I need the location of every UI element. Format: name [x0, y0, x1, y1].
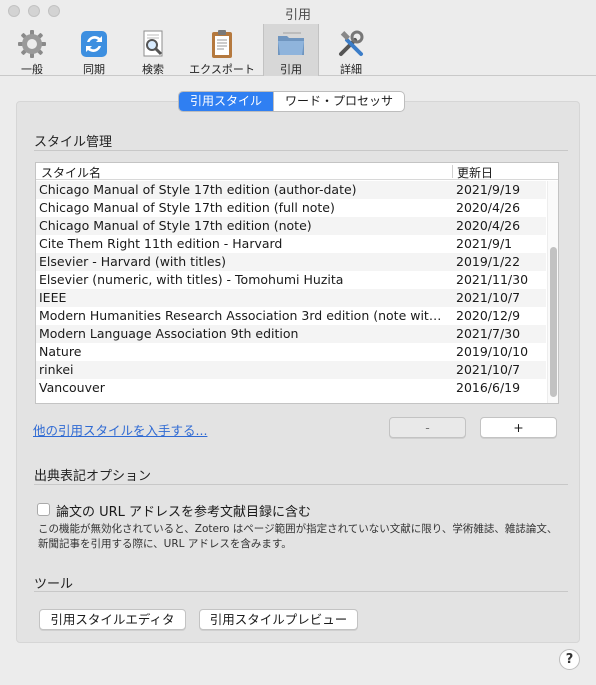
style-date: 2021/7/30 [456, 326, 521, 341]
citation-options-heading: 出典表記オプション [34, 469, 152, 484]
table-row[interactable]: Elsevier - Harvard (with titles) 2019/1/2… [36, 253, 546, 271]
include-url-description: この機能が無効化されていると、Zotero はページ範囲が指定されていない文献に… [38, 523, 558, 550]
style-date: 2021/10/7 [456, 290, 521, 305]
title-bar: 引用 [0, 0, 596, 24]
style-name: Modern Language Association 9th edition [39, 326, 299, 341]
style-manager-heading: スタイル管理 [34, 135, 113, 150]
toolbar-item-advanced[interactable]: 詳細 [329, 24, 373, 76]
style-name: Cite Them Right 11th edition - Harvard [39, 236, 283, 251]
toolbar-item-cite[interactable]: 引用 [263, 24, 319, 76]
divider [34, 150, 568, 151]
table-row[interactable]: Chicago Manual of Style 17th edition (fu… [36, 199, 546, 217]
divider [34, 591, 568, 592]
styles-table: スタイル名 更新日 Chicago Manual of Style 17th e… [35, 162, 559, 404]
style-name: Elsevier (numeric, with titles) - Tomohu… [39, 272, 344, 287]
toolbar-label: 引用 [280, 63, 302, 76]
tab-word-processors[interactable]: ワード・プロセッサ [273, 92, 404, 111]
styles-list: Chicago Manual of Style 17th edition (au… [36, 181, 546, 397]
table-row[interactable]: rinkei 2021/10/7 [36, 361, 546, 379]
folder-icon [278, 32, 304, 55]
style-date: 2019/10/10 [456, 344, 529, 359]
style-name: Chicago Manual of Style 17th edition (fu… [39, 200, 335, 215]
scrollbar-thumb[interactable] [550, 247, 557, 397]
tab-switcher: 引用スタイル ワード・プロセッサ [178, 91, 406, 112]
column-header-style-name[interactable]: スタイル名 [41, 164, 101, 181]
clipboard-icon [212, 30, 232, 58]
table-header: スタイル名 更新日 [36, 163, 558, 180]
table-row[interactable]: Nature 2019/10/10 [36, 343, 546, 361]
get-more-styles-link[interactable]: 他の引用スタイルを入手する... [33, 420, 207, 439]
style-date: 2021/10/7 [456, 362, 521, 377]
style-name: Modern Humanities Research Association 3… [39, 308, 442, 323]
add-style-button[interactable]: + [480, 417, 557, 438]
style-date: 2021/11/30 [456, 272, 529, 287]
style-date: 2020/4/26 [456, 200, 521, 215]
table-row[interactable]: Modern Language Association 9th edition 2… [36, 325, 546, 343]
table-row[interactable]: IEEE 2021/10/7 [36, 289, 546, 307]
style-name: Nature [39, 344, 82, 359]
window-title: 引用 [284, 8, 311, 23]
tools-heading: ツール [34, 577, 74, 592]
style-date: 2021/9/19 [456, 182, 521, 197]
help-button[interactable]: ? [559, 649, 580, 670]
style-date: 2021/9/1 [456, 236, 513, 251]
table-row[interactable]: Chicago Manual of Style 17th edition (au… [36, 181, 546, 199]
table-row[interactable]: Cite Them Right 11th edition - Harvard 20… [36, 235, 546, 253]
tools-icon [339, 30, 364, 56]
table-row[interactable]: Vancouver 2016/6/19 [36, 379, 546, 397]
toolbar-label: 詳細 [340, 63, 362, 76]
include-url-label[interactable]: 論文の URL アドレスを参考文献目録に含む [56, 501, 311, 520]
divider [34, 484, 568, 485]
sync-icon [81, 31, 107, 57]
style-name: Chicago Manual of Style 17th edition (au… [39, 182, 357, 197]
preferences-toolbar: 一般 同期 検索 エクスポート 引用 詳細 [0, 24, 596, 76]
gear-icon [18, 30, 46, 58]
style-name: rinkei [39, 362, 74, 377]
style-date: 2016/6/19 [456, 380, 521, 395]
style-date: 2020/12/9 [456, 308, 521, 323]
style-preview-button[interactable]: 引用スタイルプレビュー [199, 609, 358, 630]
toolbar-label: 一般 [21, 63, 43, 76]
style-date: 2020/4/26 [456, 218, 521, 233]
toolbar-item-export[interactable]: エクスポート [186, 24, 258, 76]
style-name: Vancouver [39, 380, 105, 395]
vertical-scrollbar[interactable] [547, 181, 558, 403]
style-name: IEEE [39, 290, 67, 305]
toolbar-label: 検索 [142, 63, 164, 76]
toolbar-item-search[interactable]: 検索 [131, 24, 175, 76]
remove-style-button[interactable]: - [389, 417, 466, 438]
column-divider [452, 165, 453, 178]
tab-citation-styles[interactable]: 引用スタイル [179, 92, 274, 111]
toolbar-label: エクスポート [189, 63, 255, 76]
style-name: Chicago Manual of Style 17th edition (no… [39, 218, 312, 233]
column-header-updated[interactable]: 更新日 [457, 164, 493, 181]
style-editor-button[interactable]: 引用スタイルエディタ [39, 609, 186, 630]
table-row[interactable]: Modern Humanities Research Association 3… [36, 307, 546, 325]
toolbar-item-sync[interactable]: 同期 [72, 24, 116, 76]
search-document-icon [143, 30, 163, 57]
style-date: 2019/1/22 [456, 254, 521, 269]
preferences-window: 引用 一般 同期 検索 エクスポート 引用 詳細 引用スタイル ワード・プロセッ… [0, 0, 596, 685]
table-row[interactable]: Elsevier (numeric, with titles) - Tomohu… [36, 271, 546, 289]
include-url-checkbox[interactable] [37, 503, 50, 516]
toolbar-label: 同期 [83, 63, 105, 76]
toolbar-item-general[interactable]: 一般 [10, 24, 54, 76]
style-name: Elsevier - Harvard (with titles) [39, 254, 227, 269]
table-row[interactable]: Chicago Manual of Style 17th edition (no… [36, 217, 546, 235]
